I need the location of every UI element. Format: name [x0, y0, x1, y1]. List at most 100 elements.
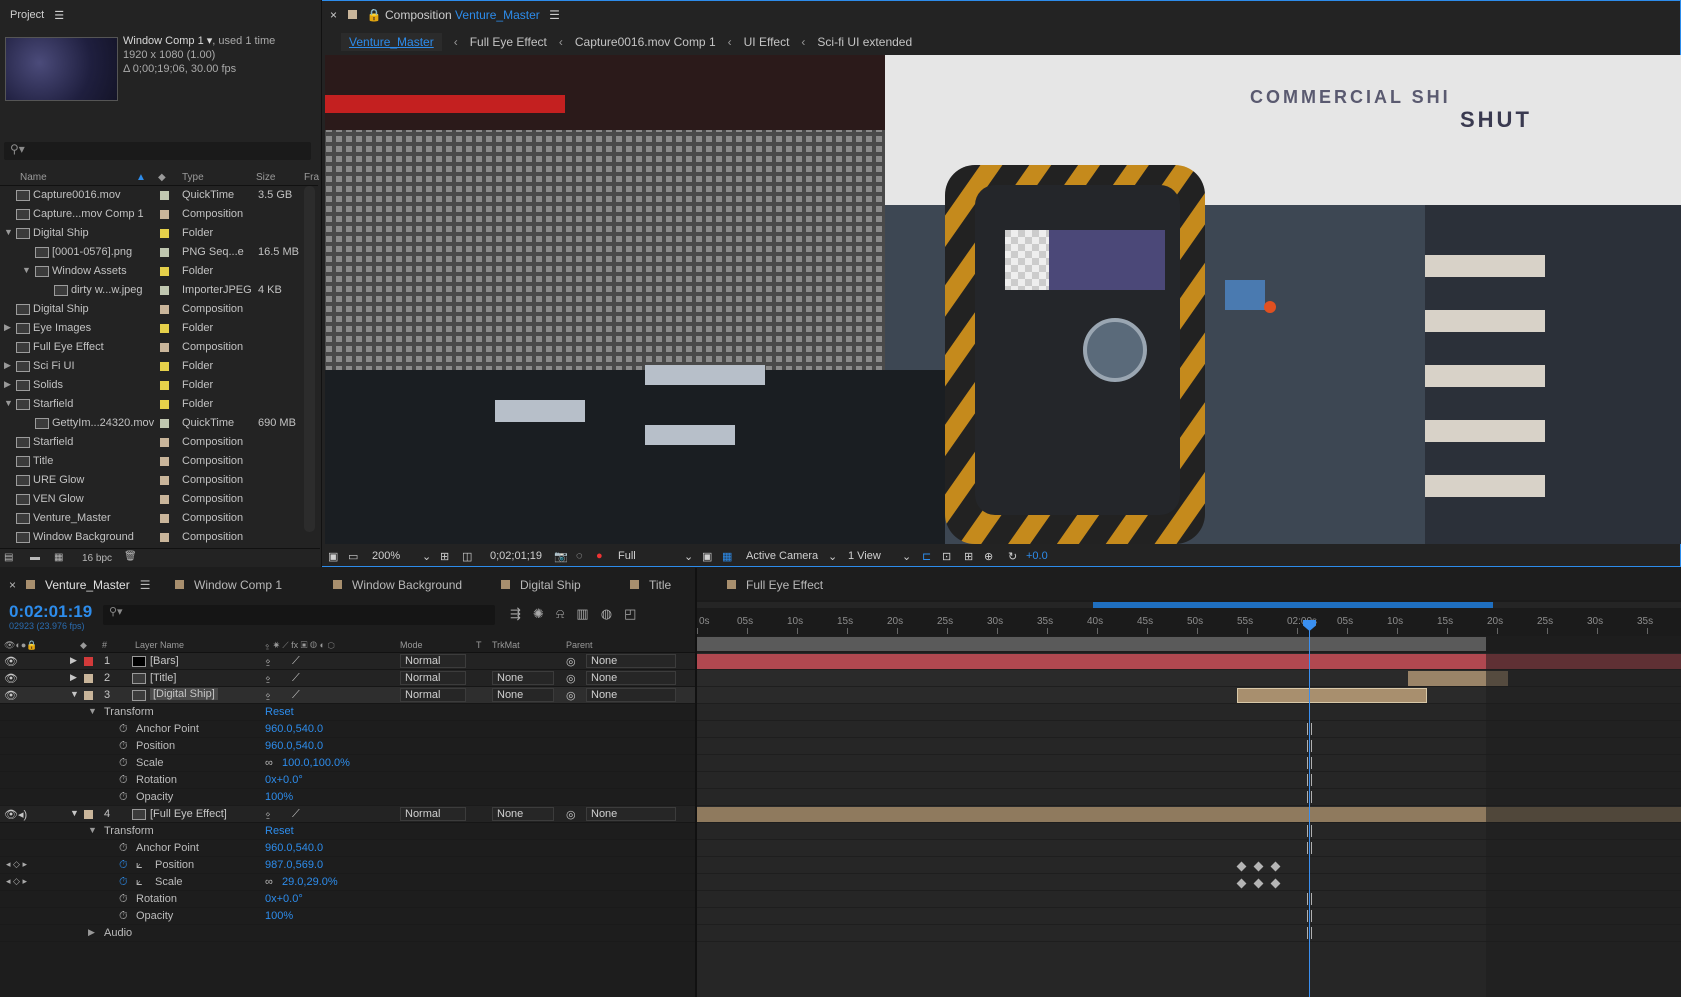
expand-right-icon[interactable]: ▶ [4, 322, 11, 333]
expand-down-icon[interactable]: ▼ [88, 825, 97, 835]
layer-bar-digital-ship[interactable] [1237, 688, 1427, 703]
panel-menu-icon[interactable]: ☰ [549, 8, 560, 22]
property-row[interactable]: ⏱ Opacity 100% [0, 908, 696, 925]
label-swatch[interactable] [84, 674, 93, 683]
project-item[interactable]: Starfield Composition [0, 433, 306, 452]
interpret-footage-icon[interactable]: ▤ [4, 552, 13, 563]
project-item[interactable]: VEN Glow Composition [0, 490, 306, 509]
property-row[interactable]: ◂ ◇ ▸ ⏱ ⟀ Scale ∞ 29.0,29.0% [0, 874, 696, 891]
collapse-switch-icon[interactable]: ⍚ [265, 689, 272, 702]
timeline-tab[interactable]: Window Comp 1 [175, 578, 282, 592]
speaker-icon[interactable]: ◂) [18, 808, 27, 821]
frame-blending-icon[interactable]: ▥ [576, 606, 600, 621]
project-item[interactable]: URE Glow Composition [0, 471, 306, 490]
col-mode[interactable]: Mode [400, 640, 423, 650]
transparency-grid-icon[interactable]: ▦ [722, 550, 732, 563]
project-item[interactable]: Venture_Master Composition [0, 509, 306, 528]
quality-switch-icon[interactable]: ⟋ [292, 655, 300, 668]
property-row[interactable]: ⏱ Position 960.0,540.0 [0, 738, 696, 755]
project-item[interactable]: ▶ Sci Fi UI Folder [0, 357, 306, 376]
hide-shy-icon[interactable]: ⍾ [556, 606, 577, 621]
stopwatch-icon[interactable]: ⏱ [119, 910, 128, 923]
property-value[interactable]: 960.0,540.0 [265, 723, 323, 735]
stopwatch-icon[interactable]: ⏱ [119, 757, 128, 770]
property-value[interactable]: 100% [265, 791, 293, 803]
expand-down-icon[interactable]: ▼ [22, 265, 31, 275]
work-area-bar[interactable] [697, 637, 1486, 651]
bpc-label[interactable]: 16 bpc [82, 553, 112, 564]
property-group[interactable]: ▼ Transform Reset [0, 704, 696, 721]
zoom-dropdown[interactable]: 200% [372, 550, 400, 562]
label-swatch[interactable] [160, 381, 169, 390]
project-item[interactable]: ▶ Solids Folder [0, 376, 306, 395]
label-swatch[interactable] [160, 210, 169, 219]
layer-row[interactable]: 👁 ▶ 1 [Bars] ⍚ ⟋ Normal ◎ None [0, 653, 696, 670]
timeline-search-input[interactable]: ⚲▾ [103, 605, 495, 625]
label-swatch[interactable] [160, 514, 169, 523]
layer-row[interactable]: 👁 ▼ 3 [Digital Ship] ⍚ ⟋ Normal None ◎ None [0, 687, 696, 704]
label-col-icon[interactable]: ◆ [158, 172, 166, 183]
timeline-tab[interactable]: Full Eye Effect [727, 578, 823, 592]
keyframe-nav-icon[interactable]: ◂ ◇ ▸ [6, 859, 27, 870]
property-group[interactable]: ▶ Audio [0, 925, 696, 942]
breadcrumb-item[interactable]: Sci-fi UI extended [817, 35, 912, 49]
new-folder-icon[interactable]: ▬ [30, 552, 40, 563]
stopwatch-icon[interactable]: ⏱ [119, 774, 128, 787]
link-icon[interactable]: ∞ [265, 876, 273, 888]
project-item[interactable]: [0001-0576].png PNG Seq...e 16.5 MB [0, 243, 306, 262]
project-item[interactable]: dirty w...w.jpeg ImporterJPEG 4 KB [0, 281, 306, 300]
show-snapshot-icon[interactable]: ◌ [576, 550, 583, 562]
chevron-down-icon[interactable]: ⌄ [828, 550, 837, 563]
always-preview-icon[interactable]: ▣ [328, 550, 338, 563]
expand-down-icon[interactable]: ▼ [70, 808, 79, 818]
expand-down-icon[interactable]: ▼ [70, 689, 79, 699]
toggle-pixel-icon[interactable]: ⊏ [922, 550, 931, 563]
expand-right-icon[interactable]: ▶ [70, 655, 77, 666]
current-time-indicator[interactable] [1309, 620, 1310, 997]
breadcrumb-item[interactable]: UI Effect [744, 35, 790, 49]
resolution-dropdown[interactable]: Full [618, 550, 636, 562]
snapshot-icon[interactable]: 📷 [554, 550, 568, 563]
label-swatch[interactable] [84, 657, 93, 666]
project-item[interactable]: ▼ Starfield Folder [0, 395, 306, 414]
stopwatch-icon[interactable]: ⏱ [119, 859, 128, 872]
motion-blur-icon[interactable]: ◍ [601, 606, 624, 621]
breadcrumb-item[interactable]: Full Eye Effect [470, 35, 547, 49]
breadcrumb-item[interactable]: Venture_Master [341, 33, 442, 51]
fast-preview-icon[interactable]: ⊡ [942, 550, 951, 563]
reset-link[interactable]: Reset [265, 706, 294, 718]
timeline-tab[interactable]: Digital Ship [501, 578, 581, 592]
flowchart-icon[interactable]: ⊕ [984, 550, 993, 563]
mask-icon[interactable]: ◫ [462, 550, 472, 563]
property-value[interactable]: 0x+0.0° [265, 893, 303, 905]
monitor-icon[interactable]: ▭ [348, 550, 358, 563]
label-swatch[interactable] [160, 324, 169, 333]
project-item[interactable]: Window Background Composition [0, 528, 306, 547]
expand-right-icon[interactable]: ▶ [4, 360, 11, 371]
label-swatch[interactable] [160, 533, 169, 542]
safe-zones-icon[interactable]: ⊞ [440, 550, 449, 563]
mode-dropdown[interactable]: Normal [400, 688, 466, 702]
trkmat-dropdown[interactable]: None [492, 688, 554, 702]
eye-icon[interactable]: 👁 [4, 808, 18, 821]
link-icon[interactable]: ∞ [265, 757, 273, 769]
label-swatch[interactable] [84, 691, 93, 700]
trkmat-dropdown[interactable]: None [492, 807, 554, 821]
expand-down-icon[interactable]: ▼ [88, 706, 97, 716]
property-row[interactable]: ⏱ Scale ∞ 100.0,100.0% [0, 755, 696, 772]
property-group[interactable]: ▼ Transform Reset [0, 823, 696, 840]
property-row[interactable]: ⏱ Rotation 0x+0.0° [0, 772, 696, 789]
parent-dropdown[interactable]: None [586, 807, 676, 821]
eye-icon[interactable]: 👁 [4, 689, 18, 702]
stopwatch-icon[interactable]: ⏱ [119, 791, 128, 804]
timeline-timecode[interactable]: 0:02:01:19 [9, 602, 92, 622]
collapse-switch-icon[interactable]: ⍚ [265, 672, 272, 685]
col-layer-name[interactable]: Layer Name [135, 640, 184, 650]
label-swatch[interactable] [160, 362, 169, 371]
label-swatch[interactable] [160, 457, 169, 466]
graph-icon[interactable]: ⟀ [136, 859, 143, 872]
project-item[interactable]: ▶ Eye Images Folder [0, 319, 306, 338]
sort-asc-icon[interactable]: ▲ [136, 172, 146, 183]
region-icon[interactable]: ▣ [702, 550, 712, 563]
property-value[interactable]: 100.0,100.0% [282, 757, 350, 769]
